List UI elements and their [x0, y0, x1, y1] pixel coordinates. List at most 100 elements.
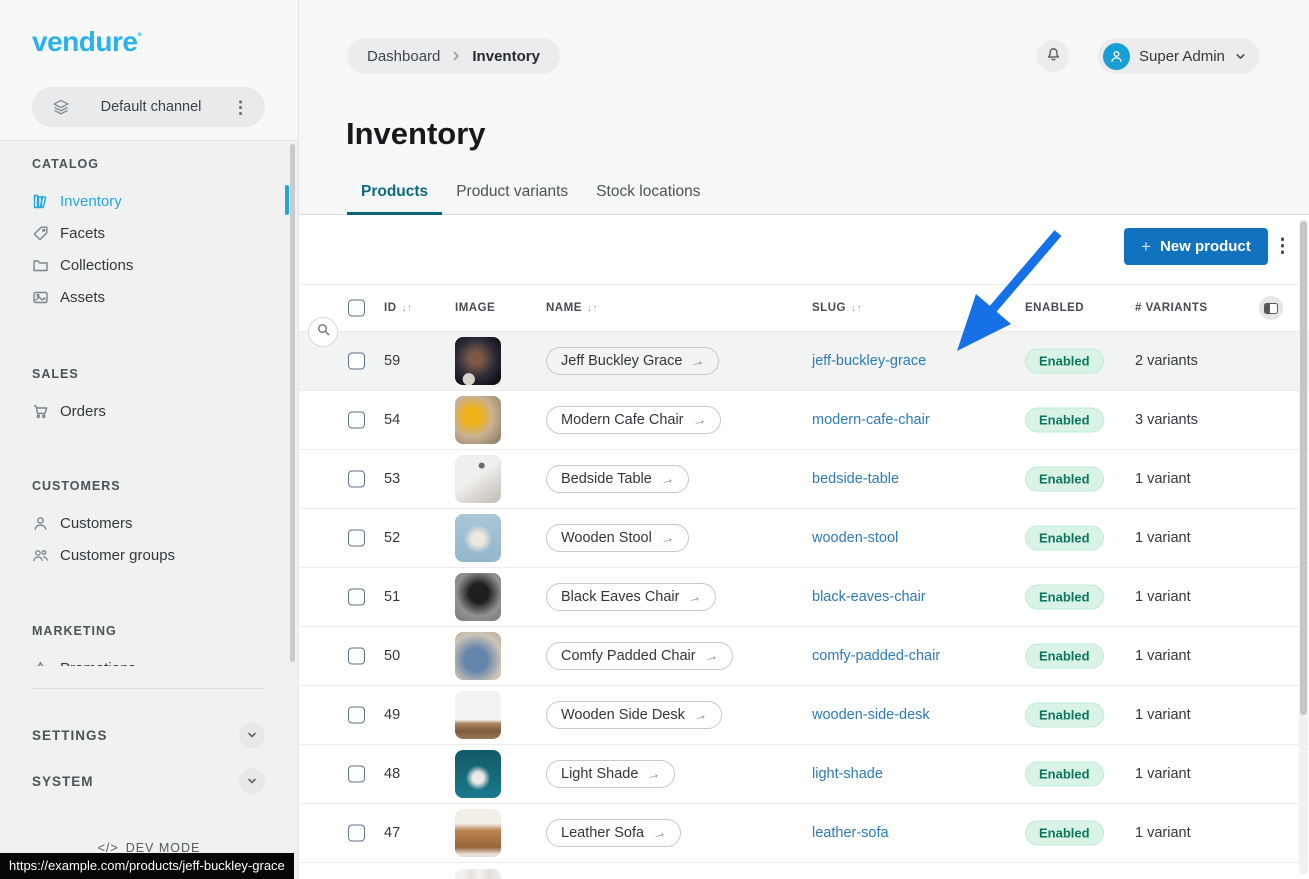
- row-checkbox[interactable]: [348, 825, 365, 842]
- product-slug-link[interactable]: wooden-side-desk: [812, 707, 930, 723]
- status-badge: Enabled: [1025, 644, 1104, 669]
- status-bar-url: https://example.com/products/jeff-buckle…: [0, 853, 294, 879]
- product-slug-link[interactable]: modern-cafe-chair: [812, 412, 930, 428]
- product-slug-link[interactable]: bedside-table: [812, 471, 899, 487]
- column-header-name[interactable]: NAME↓↑: [546, 302, 598, 314]
- chevron-down-icon[interactable]: [239, 768, 265, 794]
- tab-product-variants[interactable]: Product variants: [442, 171, 582, 214]
- row-checkbox[interactable]: [348, 589, 365, 606]
- breadcrumb: Dashboard Inventory: [347, 38, 560, 74]
- table-row: 48 Light Shade → light-shade Enabled 1 v…: [299, 745, 1309, 804]
- row-checkbox[interactable]: [348, 412, 365, 429]
- product-slug-link[interactable]: wooden-stool: [812, 530, 898, 546]
- sidebar-item-promotions[interactable]: Promotions: [0, 652, 298, 666]
- product-id: 50: [384, 648, 400, 664]
- product-name-chip[interactable]: Light Shade →: [546, 760, 675, 788]
- folder-icon: [32, 257, 49, 274]
- column-header-slug[interactable]: SLUG↓↑: [812, 302, 862, 314]
- variant-count: 1 variant: [1135, 471, 1191, 487]
- table-scrollbar[interactable]: [1300, 221, 1307, 715]
- product-name-chip[interactable]: Leather Sofa →: [546, 819, 681, 847]
- product-name-chip[interactable]: Wooden Side Desk →: [546, 701, 722, 729]
- sidebar-item-customers[interactable]: Customers: [0, 507, 298, 539]
- product-slug-link[interactable]: jeff-buckley-grace: [812, 353, 926, 369]
- product-name: Light Shade: [561, 766, 638, 782]
- table-menu-kebab-icon[interactable]: ⋮: [1273, 237, 1292, 256]
- sort-icon[interactable]: ↓↑: [851, 303, 862, 314]
- sidebar-item-inventory[interactable]: Inventory: [0, 185, 298, 217]
- column-settings-button[interactable]: [1259, 296, 1283, 320]
- channel-menu-kebab-icon[interactable]: ⋮: [232, 99, 249, 116]
- bell-icon: [1045, 45, 1062, 67]
- vendure-admin-app: vendure° Default channel ⋮ CATALOG Inven…: [0, 0, 1309, 879]
- table-row: 52 Wooden Stool → wooden-stool Enabled 1…: [299, 509, 1309, 568]
- product-name-chip[interactable]: Comfy Padded Chair →: [546, 642, 733, 670]
- channel-selector[interactable]: Default channel ⋮: [32, 87, 265, 127]
- product-name: Comfy Padded Chair: [561, 648, 696, 664]
- tab-stock-locations[interactable]: Stock locations: [582, 171, 714, 214]
- new-product-button[interactable]: + New product: [1124, 228, 1268, 265]
- row-checkbox[interactable]: [348, 471, 365, 488]
- column-header-variants: # VARIANTS: [1135, 302, 1208, 314]
- product-id: 47: [384, 825, 400, 841]
- vendure-logo: vendure°: [32, 26, 141, 58]
- sidebar-nav-scroll: CATALOG Inventory Facets: [0, 141, 298, 666]
- row-checkbox[interactable]: [348, 707, 365, 724]
- product-name-chip[interactable]: Bedside Table →: [546, 465, 689, 493]
- product-slug-link[interactable]: black-eaves-chair: [812, 589, 926, 605]
- row-checkbox[interactable]: [348, 353, 365, 370]
- product-slug-link[interactable]: light-shade: [812, 766, 883, 782]
- sidebar-divider: [32, 688, 265, 689]
- breadcrumb-inventory[interactable]: Inventory: [472, 48, 540, 65]
- active-nav-indicator: [285, 185, 289, 215]
- arrow-right-icon: →: [689, 352, 706, 371]
- product-name-chip[interactable]: Black Eaves Chair →: [546, 583, 716, 611]
- sidebar-group-system[interactable]: SYSTEM: [32, 767, 265, 795]
- row-checkbox[interactable]: [348, 766, 365, 783]
- row-checkbox[interactable]: [348, 530, 365, 547]
- row-checkbox[interactable]: [348, 648, 365, 665]
- arrow-right-icon: →: [658, 529, 675, 548]
- user-menu[interactable]: Super Admin: [1098, 38, 1259, 74]
- sidebar-item-label: Orders: [60, 403, 106, 420]
- product-slug-link[interactable]: comfy-padded-chair: [812, 648, 940, 664]
- cart-icon: [32, 403, 49, 420]
- nav-section-sales: SALES: [32, 367, 298, 383]
- sidebar-item-facets[interactable]: Facets: [0, 217, 298, 249]
- sidebar-item-label: Promotions: [60, 660, 136, 667]
- column-header-id[interactable]: ID↓↑: [384, 302, 413, 314]
- sort-icon[interactable]: ↓↑: [587, 303, 598, 314]
- sidebar-item-collections[interactable]: Collections: [0, 249, 298, 281]
- status-badge: Enabled: [1025, 408, 1104, 433]
- arrow-right-icon: →: [690, 411, 707, 430]
- chevron-down-icon[interactable]: [239, 722, 265, 748]
- notifications-button[interactable]: [1037, 40, 1069, 72]
- product-image: [455, 691, 501, 739]
- product-slug-link[interactable]: leather-sofa: [812, 825, 889, 841]
- columns-icon: [1264, 303, 1278, 314]
- product-image: [455, 869, 501, 879]
- sort-icon[interactable]: ↓↑: [402, 303, 413, 314]
- breadcrumb-dashboard[interactable]: Dashboard: [367, 48, 440, 65]
- status-badge: Enabled: [1025, 821, 1104, 846]
- sidebar-scrollbar[interactable]: [290, 144, 295, 662]
- search-button[interactable]: [308, 317, 338, 347]
- status-badge: Enabled: [1025, 467, 1104, 492]
- products-panel: + New product ⋮ ID↓↑ IMAGE NAME↓↑ SLUG↓↑…: [299, 215, 1309, 879]
- sidebar-item-assets[interactable]: Assets: [0, 281, 298, 313]
- image-icon: [32, 289, 49, 306]
- sidebar-group-settings[interactable]: SETTINGS: [32, 721, 265, 749]
- product-name-chip[interactable]: Modern Cafe Chair →: [546, 406, 721, 434]
- select-all-checkbox[interactable]: [348, 300, 365, 317]
- product-name: Jeff Buckley Grace: [561, 353, 682, 369]
- product-name-chip[interactable]: Jeff Buckley Grace →: [546, 347, 719, 375]
- table-row: 53 Bedside Table → bedside-table Enabled…: [299, 450, 1309, 509]
- tab-products[interactable]: Products: [347, 171, 442, 214]
- product-image: [455, 514, 501, 562]
- tag-icon: [32, 225, 49, 242]
- product-name-chip[interactable]: Wooden Stool →: [546, 524, 689, 552]
- sidebar-item-customer-groups[interactable]: Customer groups: [0, 539, 298, 571]
- product-name: Modern Cafe Chair: [561, 412, 684, 428]
- table-scrollbar-track: [1299, 219, 1308, 875]
- sidebar-item-orders[interactable]: Orders: [0, 395, 298, 427]
